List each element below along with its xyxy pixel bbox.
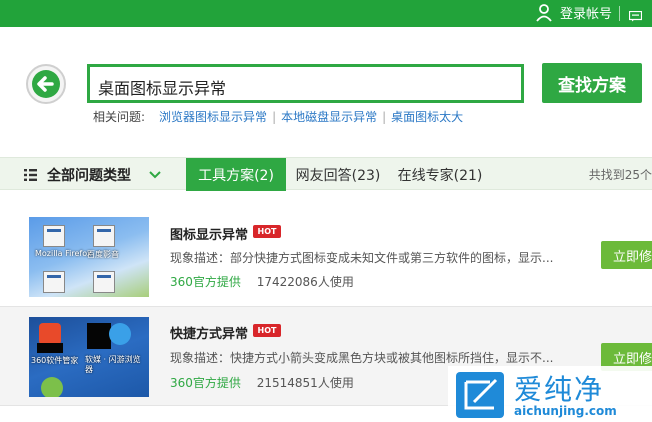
watermark-url: aichunjing.com — [514, 404, 617, 418]
list-icon — [24, 168, 37, 181]
thumb-label: 360软件管家 — [31, 356, 79, 365]
divider: | — [272, 109, 277, 124]
related-label: 相关问题: — [93, 110, 146, 124]
related-link[interactable]: 桌面图标太大 — [391, 108, 463, 125]
tab-online-experts[interactable]: 在线专家(21) — [392, 158, 488, 191]
result-meta: 360官方提供 21514851人使用 — [170, 374, 354, 391]
divider — [619, 6, 620, 21]
login-label: 登录帐号 — [559, 7, 612, 22]
result-description: 现象描述：快捷方式小箭头变成黑色方块或被其他图标所挡住，显示不... — [170, 351, 554, 365]
usage-count: 21514851人使用 — [256, 376, 354, 390]
result-thumbnail: 360软件管家 软媒 · 闪游浏览器 — [29, 317, 149, 397]
arrow-left-icon — [26, 64, 66, 104]
tab-user-answers[interactable]: 网友回答(23) — [290, 158, 386, 191]
watermark: 爱纯净 aichunjing.com — [448, 366, 652, 422]
result-title[interactable]: 快捷方式异常 — [170, 323, 248, 342]
watermark-logo — [456, 372, 504, 418]
app-icon — [41, 377, 63, 397]
desktop-shortcut-icon — [43, 271, 65, 293]
related-link[interactable]: 浏览器图标显示异常 — [159, 108, 267, 125]
chevron-down-icon — [149, 170, 161, 178]
result-description: 现象描述：部分快捷方式图标变成未知文件或第三方软件的图标，显示... — [170, 251, 554, 265]
watermark-name: 爱纯净 — [514, 373, 605, 406]
app-icon-360 — [39, 323, 61, 345]
result-meta: 360官方提供 17422086人使用 — [170, 273, 354, 290]
result-title[interactable]: 图标显示异常 — [170, 224, 248, 243]
usage-count: 17422086人使用 — [256, 275, 354, 289]
tab-tool-solutions[interactable]: 工具方案(2) — [186, 158, 286, 191]
provider-label: 360官方提供 — [170, 275, 241, 289]
user-icon — [536, 3, 552, 22]
thumb-label: Mozilla Firefox — [35, 249, 92, 258]
shortcut-black-square — [37, 343, 63, 353]
result-item: Mozilla Firefox 百度影音 图标显示异常 HOT 现象描述：部分快… — [0, 207, 652, 307]
provider-label: 360官方提供 — [170, 376, 241, 390]
top-bar: 登录帐号 — [0, 0, 652, 27]
message-icon[interactable] — [628, 7, 643, 26]
hot-badge: HOT — [253, 225, 281, 238]
repair-button[interactable]: 立即修复 — [601, 241, 652, 269]
desktop-shortcut-icon — [43, 225, 65, 247]
desktop-shortcut-icon — [93, 271, 115, 293]
thumb-label: 百度影音 — [87, 250, 119, 259]
search-button[interactable]: 查找方案 — [542, 63, 642, 103]
browser-icon — [109, 323, 131, 345]
tab-bar: 全部问题类型 工具方案(2) 网友回答(23) 在线专家(21) 共找到25个 — [0, 157, 652, 191]
all-types-dropdown[interactable]: 全部问题类型 — [24, 158, 161, 191]
divider: | — [382, 109, 387, 124]
login-link[interactable]: 登录帐号 — [536, 3, 612, 22]
shortcut-black-square — [87, 323, 111, 349]
hot-badge: HOT — [253, 324, 281, 337]
desktop-shortcut-icon — [93, 225, 115, 247]
thumb-label: 软媒 · 闪游浏览器 — [85, 355, 141, 374]
result-count: 共找到25个 — [588, 168, 652, 182]
search-input[interactable]: 桌面图标显示异常 — [87, 64, 524, 103]
related-questions: 相关问题: 浏览器图标显示异常 | 本地磁盘显示异常 | 桌面图标太大 — [93, 108, 463, 125]
back-button[interactable] — [25, 63, 67, 105]
related-link[interactable]: 本地磁盘显示异常 — [281, 108, 377, 125]
all-types-label: 全部问题类型 — [47, 167, 131, 184]
result-thumbnail: Mozilla Firefox 百度影音 — [29, 217, 149, 297]
